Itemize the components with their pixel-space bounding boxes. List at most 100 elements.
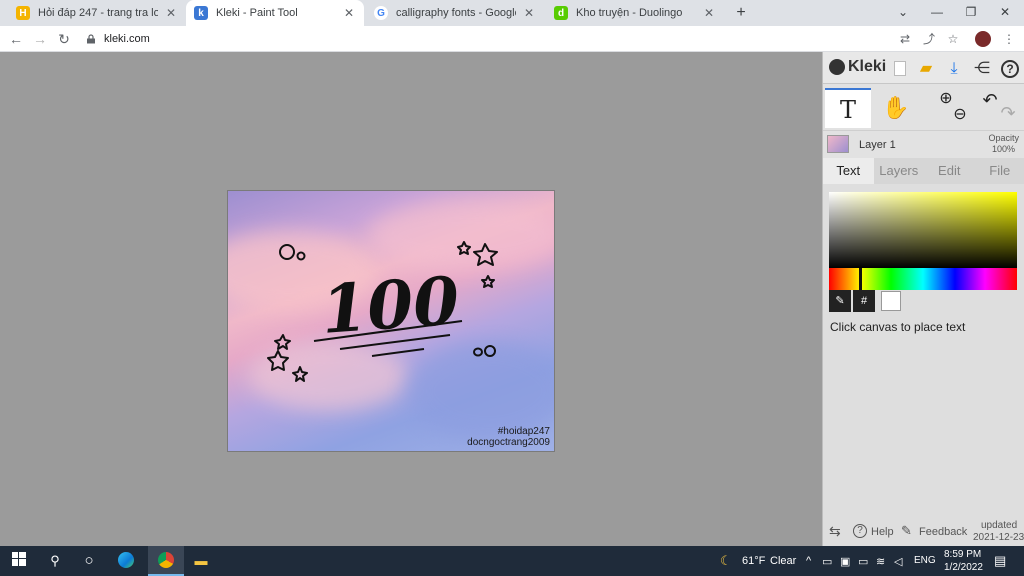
kleki-favicon-icon: k [194, 6, 208, 20]
new-tab-button[interactable]: + [732, 4, 750, 22]
help-circle-icon[interactable]: ? [853, 524, 867, 538]
weather-condition[interactable]: Clear [770, 555, 796, 567]
panel-footer: ⇆ ? Help ✎ Feedback updated 2021-12-23 [823, 518, 1024, 546]
close-tab-icon[interactable]: ✕ [702, 6, 716, 20]
artwork-number-text: 100 [319, 261, 462, 348]
clock-time[interactable]: 8:59 PM [944, 549, 981, 560]
circle-doodle [484, 345, 496, 357]
clock-date[interactable]: 1/2/2022 [944, 562, 983, 573]
tab-google-search[interactable]: G calligraphy fonts - Google Search ✕ [366, 0, 544, 26]
tab-text[interactable]: Text [823, 158, 874, 184]
eyedropper-icon[interactable]: ✎ [829, 290, 851, 312]
kleki-topbar: Kleki ▰ ⤓ ⋲ ? [823, 52, 1024, 84]
help-link[interactable]: Help [871, 526, 894, 538]
battery-icon[interactable]: ▭ [858, 555, 868, 568]
tab-kleki[interactable]: k Kleki - Paint Tool ✕ [186, 0, 364, 26]
menu-kebab-icon[interactable]: ⋮ [1000, 30, 1018, 48]
star-doodle [457, 241, 471, 255]
tab-title: Kleki - Paint Tool [216, 7, 298, 19]
star-doodle [292, 366, 308, 382]
tab-search-chevron-icon[interactable]: ⌄ [886, 2, 920, 22]
color-tools-row: ✎ # [829, 290, 901, 312]
kleki-logo[interactable]: Kleki [829, 58, 886, 76]
hoidap-favicon-icon: H [16, 6, 30, 20]
lock-icon [87, 34, 95, 44]
text-tool-hint: Click canvas to place text [830, 320, 966, 334]
help-icon[interactable]: ? [999, 58, 1021, 80]
new-image-icon[interactable] [889, 58, 911, 80]
tab-file[interactable]: File [975, 158, 1024, 184]
swap-sides-icon[interactable]: ⇆ [829, 523, 841, 540]
notifications-icon[interactable]: ▤ [994, 553, 1006, 569]
tab-layers[interactable]: Layers [874, 158, 925, 184]
open-folder-icon[interactable]: ▰ [915, 58, 937, 80]
close-tab-icon[interactable]: ✕ [342, 6, 356, 20]
tab-title: Kho truyện - Duolingo [576, 7, 683, 19]
watermark-hashtag: #hoidap247 [497, 426, 550, 437]
volume-icon[interactable]: ◁ [894, 555, 902, 568]
layer-name: Layer 1 [859, 139, 896, 151]
feedback-icon[interactable]: ✎ [901, 523, 912, 539]
translate-icon[interactable]: ⇄ [896, 30, 914, 48]
close-tab-icon[interactable]: ✕ [164, 6, 178, 20]
color-saturation-picker[interactable] [829, 192, 1017, 268]
browser-tab-strip: H Hỏi đáp 247 - trang tra loi ✕ k Kleki … [0, 0, 1024, 26]
hue-slider[interactable] [829, 268, 1017, 290]
bookmark-star-icon[interactable]: ☆ [944, 30, 962, 48]
download-icon[interactable]: ⤓ [943, 58, 965, 80]
panel-tabs: Text Layers Edit File [823, 158, 1024, 184]
meet-now-icon[interactable]: ▭ [822, 555, 832, 568]
hex-input-button[interactable]: # [853, 290, 875, 312]
chrome-taskbar-button[interactable] [148, 546, 184, 576]
circle-doodle [296, 251, 306, 261]
restore-button[interactable]: ❐ [954, 2, 988, 22]
weather-moon-icon: ☾ [720, 553, 732, 568]
app-tray-icon[interactable]: ▣ [840, 555, 850, 568]
windows-taskbar: ⚲ ○ ▬ ☾ 61°F Clear ^ ▭ ▣ ▭ ≋ ◁ ENG 8:59 … [0, 546, 1024, 576]
layer-thumbnail [827, 135, 849, 153]
minimize-button[interactable]: — [920, 2, 954, 22]
kleki-logo-icon [829, 59, 845, 75]
address-bar[interactable]: kleki.com [86, 30, 886, 48]
share-icon[interactable]: ⤴ [920, 30, 938, 48]
star-doodle [481, 275, 495, 288]
input-language[interactable]: ENG [914, 555, 936, 566]
show-hidden-icons-icon[interactable]: ^ [806, 555, 811, 567]
text-tool-button[interactable]: T [825, 88, 871, 128]
close-window-button[interactable]: ✕ [988, 2, 1022, 22]
file-explorer-icon[interactable]: ▬ [192, 552, 210, 570]
underline-stroke [371, 348, 425, 357]
watermark-username: docngoctrang2009 [467, 437, 550, 448]
star-doodle [473, 243, 498, 266]
duolingo-favicon-icon: d [554, 6, 568, 20]
back-button[interactable]: ← [6, 29, 26, 49]
tab-hoidap[interactable]: H Hỏi đáp 247 - trang tra loi ✕ [8, 0, 186, 26]
search-icon[interactable]: ⚲ [46, 552, 64, 570]
current-color-swatch[interactable] [881, 291, 901, 311]
star-doodle [267, 350, 289, 371]
tab-title: calligraphy fonts - Google Search [396, 7, 516, 19]
tab-edit[interactable]: Edit [924, 158, 975, 184]
opacity-label: Opacity [988, 133, 1019, 143]
wifi-icon[interactable]: ≋ [876, 555, 885, 568]
forward-button[interactable]: → [30, 29, 50, 49]
updated-label: updated [981, 520, 1018, 531]
kleki-sidebar: Kleki ▰ ⤓ ⋲ ? T ✋ ⊕ ⊖ ↶ ↷ Layer 1 Opacit… [822, 52, 1024, 546]
feedback-link[interactable]: Feedback [919, 526, 967, 538]
weather-temperature[interactable]: 61°F [742, 555, 765, 567]
share-icon[interactable]: ⋲ [971, 58, 993, 80]
profile-avatar[interactable] [974, 30, 992, 48]
hand-tool-icon[interactable]: ✋ [873, 88, 919, 128]
url-text: kleki.com [104, 33, 150, 45]
reload-button[interactable]: ↻ [54, 29, 74, 49]
tool-row: T ✋ ⊕ ⊖ ↶ ↷ [823, 84, 1024, 130]
tab-duolingo[interactable]: d Kho truyện - Duolingo ✕ [546, 0, 724, 26]
windows-start-icon[interactable] [10, 552, 28, 570]
cortana-icon[interactable]: ○ [80, 552, 98, 570]
opacity-value: 100% [991, 144, 1015, 154]
edge-icon[interactable] [118, 552, 136, 570]
close-tab-icon[interactable]: ✕ [522, 6, 536, 20]
hue-slider-handle[interactable] [859, 268, 862, 290]
drawing-canvas[interactable]: 100 #hoidap247 docngoctrang2009 [227, 190, 555, 452]
active-layer-row[interactable]: Layer 1 Opacity 100% [823, 130, 1024, 158]
